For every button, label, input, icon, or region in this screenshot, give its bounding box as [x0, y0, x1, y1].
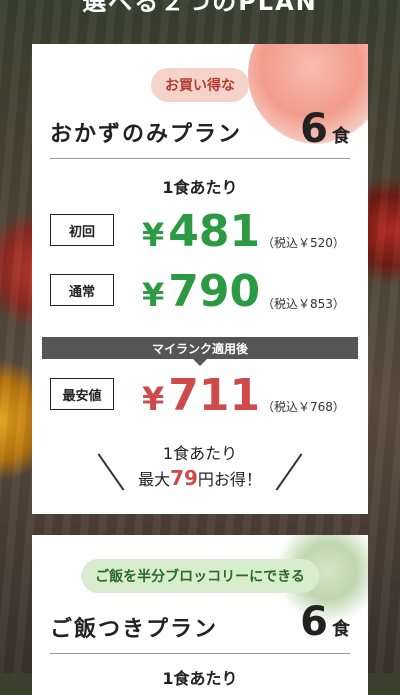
per-meal-label: 1食あたり — [162, 178, 238, 197]
regular-price-value: 790 — [168, 266, 261, 317]
plan-title: おかずのみプラン — [50, 122, 243, 147]
yen-sign: ¥ — [142, 380, 165, 418]
plan-card-rice[interactable]: ご飯を半分ブロッコリーにできる ご飯つきプラン 6食 1食あたり — [32, 535, 368, 695]
first-time-tax: （税込￥520） — [262, 236, 345, 250]
yen-sign: ¥ — [142, 276, 165, 314]
best-price-tax: （税込￥768） — [262, 400, 345, 414]
regular-label: 通常 — [50, 274, 114, 306]
rank-bar-arrow — [193, 359, 207, 366]
plan-card-okazu[interactable]: お買い得な おかずのみプラン 6食 1食あたり 初回 ¥481 （税込￥520）… — [32, 44, 368, 514]
plan-count-number: 6 — [300, 599, 328, 645]
divider — [50, 653, 350, 654]
plan-count-number: 6 — [300, 106, 328, 152]
first-time-price-value: 481 — [168, 206, 261, 257]
plan-title: ご飯つきプラン — [50, 617, 219, 642]
savings-suffix: 円お得！ — [197, 470, 262, 489]
section-header: 選べる２つのPLAN — [82, 0, 318, 16]
best-price-label: 最安値 — [50, 378, 114, 410]
savings-line1: 1食あたり — [162, 444, 238, 463]
plan-count-unit: 食 — [332, 126, 350, 147]
best-price: ¥711 — [142, 374, 260, 421]
first-time-price: ¥481 — [142, 210, 260, 257]
deal-badge: お買い得な — [151, 68, 249, 102]
per-meal-label: 1食あたり — [162, 669, 238, 688]
regular-price: ¥790 — [142, 270, 260, 317]
savings-amount: 79 — [170, 466, 198, 490]
plan-count-unit: 食 — [332, 619, 350, 640]
rank-bar: マイランク適用後 — [42, 337, 358, 359]
broccoli-badge: ご飯を半分ブロッコリーにできる — [81, 559, 319, 593]
plan-count: 6食 — [300, 106, 350, 152]
best-price-value: 711 — [168, 370, 261, 421]
savings-prefix: 最大 — [138, 470, 171, 489]
first-time-label: 初回 — [50, 214, 114, 246]
plan-count: 6食 — [300, 599, 350, 645]
regular-tax: （税込￥853） — [262, 297, 345, 311]
yen-sign: ¥ — [142, 216, 165, 254]
divider — [50, 158, 350, 159]
savings-line2: 最大79円お得！ — [32, 466, 368, 492]
